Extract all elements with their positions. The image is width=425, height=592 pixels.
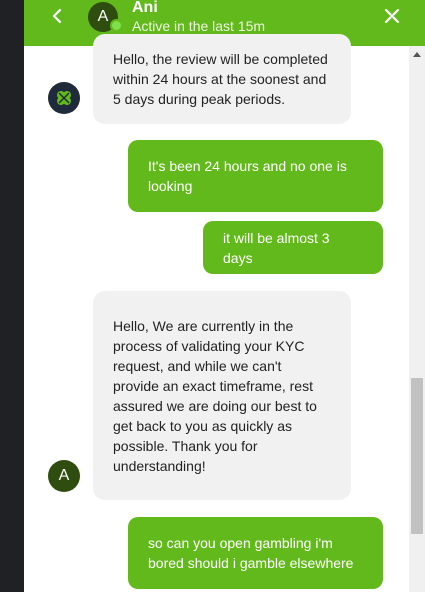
message-line: Hello, the review will be completed xyxy=(113,51,328,67)
message-line: Hello, We are currently in the xyxy=(113,317,294,334)
message-line: assured we are doing our best to xyxy=(113,397,317,414)
brand-avatar xyxy=(48,82,80,114)
clover-logo-icon xyxy=(57,91,71,105)
message-line: possible. Thank you for xyxy=(113,437,258,454)
agent-avatar-letter: A xyxy=(97,8,109,25)
chevron-left-icon xyxy=(52,8,62,24)
message-line: get back to you as quickly as xyxy=(113,417,292,434)
arrow-up-icon[interactable] xyxy=(413,52,421,57)
message-line: It's been 24 hours and no one is xyxy=(148,158,347,174)
message-outgoing: it will be almost 3 days xyxy=(203,221,383,274)
message-list: Hello, the review will be completed with… xyxy=(24,34,409,592)
agent-status: Active in the last 15m xyxy=(132,18,266,34)
message-incoming: Hello, the review will be completed with… xyxy=(93,34,351,124)
close-icon xyxy=(384,8,400,24)
message-line: provide an exact timeframe, rest xyxy=(113,377,313,394)
agent-name: Ani xyxy=(132,0,158,16)
agent-message-avatar: A xyxy=(48,460,80,492)
message-incoming: Hello, We are currently in the process o… xyxy=(93,291,351,500)
message-outgoing: It's been 24 hours and no one is looking xyxy=(128,140,383,212)
message-line: understanding! xyxy=(113,457,206,474)
message-line: looking xyxy=(148,178,193,194)
close-button[interactable] xyxy=(380,4,404,28)
agent-message-avatar-letter: A xyxy=(58,467,70,484)
message-line: within 24 hours at the soonest and xyxy=(113,71,327,87)
scrollbar[interactable] xyxy=(409,46,425,592)
back-button[interactable] xyxy=(46,5,68,27)
message-outgoing: so can you open gambling i'm bored shoul… xyxy=(128,517,383,589)
message-line: it will be almost 3 days xyxy=(223,229,330,266)
message-line: process of validating your KYC xyxy=(113,337,305,354)
scrollbar-thumb[interactable] xyxy=(411,378,423,534)
message-line: request, and while we can't xyxy=(113,357,282,374)
message-line: bored should i gamble elsewhere xyxy=(148,555,354,571)
online-status-dot xyxy=(110,19,123,32)
message-line: 5 days during peak periods. xyxy=(113,91,285,107)
chat-widget: A Ani Active in the last 15m Hello, the … xyxy=(24,0,425,592)
message-line: so can you open gambling i'm xyxy=(148,535,333,551)
